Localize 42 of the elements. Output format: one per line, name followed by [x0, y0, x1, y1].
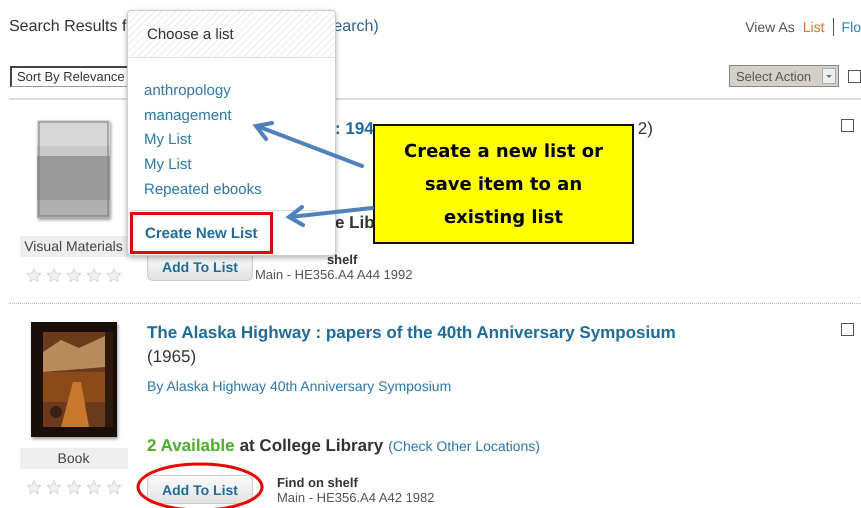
result-checkbox[interactable] [841, 119, 854, 132]
add-to-list-button[interactable]: Add To List [147, 475, 253, 504]
view-option[interactable]: List [802, 19, 825, 35]
create-list-button[interactable]: Create New List [130, 212, 273, 254]
shelf-label: Find on shelf [276, 475, 359, 490]
shelf-label: shelf [326, 252, 358, 267]
star-icon[interactable] [86, 267, 102, 283]
callout-text: Create a new list or save item to an existing list [402, 140, 604, 230]
view-as-label: View As [745, 19, 795, 35]
list-item[interactable]: My List [144, 128, 335, 154]
year: (1965) [147, 347, 198, 367]
view-option[interactable]: Flo [842, 19, 861, 35]
action-select[interactable]: Select Action [729, 65, 839, 87]
call-number: Main - HE356.A4 A44 1992 [254, 267, 413, 282]
star-icon[interactable] [26, 267, 42, 283]
call-number: Main - HE356.A4 A42 1982 [276, 490, 435, 505]
star-icon[interactable] [26, 479, 42, 495]
list-item[interactable]: My List [144, 153, 335, 178]
select-all-checkbox[interactable] [848, 70, 861, 82]
star-icon[interactable] [46, 479, 62, 495]
format-label: Visual Materials [20, 236, 128, 257]
location-fragment: e Lib [335, 213, 375, 233]
format-label: Book [20, 448, 128, 469]
star-icon[interactable] [86, 479, 102, 495]
list-item[interactable]: Repeated ebooks [144, 178, 335, 203]
results-heading: Search Results f [9, 18, 126, 36]
other-locations-link[interactable]: (Check Other Locations) [388, 438, 540, 454]
result-checkbox[interactable] [841, 323, 854, 336]
star-icon[interactable] [106, 267, 122, 283]
list-item[interactable]: anthropology [144, 79, 335, 104]
availability: 2 Available [147, 436, 235, 456]
title-fragment[interactable]: : 194 [335, 119, 374, 139]
year-fragment: 2) [638, 119, 653, 139]
list-item[interactable]: management [144, 104, 335, 128]
title-link[interactable]: The Alaska Highway : papers of the 40th Anniversary Symposium [147, 323, 841, 343]
star-icon[interactable] [106, 479, 122, 495]
location: at College Library [240, 436, 384, 456]
star-icon[interactable] [66, 479, 82, 495]
menu-title: Choose a list [147, 26, 234, 42]
author-link[interactable]: By Alaska Highway 40th Anniversary Symposium [147, 378, 841, 394]
star-icon[interactable] [66, 267, 82, 283]
star-icon[interactable] [46, 267, 62, 283]
